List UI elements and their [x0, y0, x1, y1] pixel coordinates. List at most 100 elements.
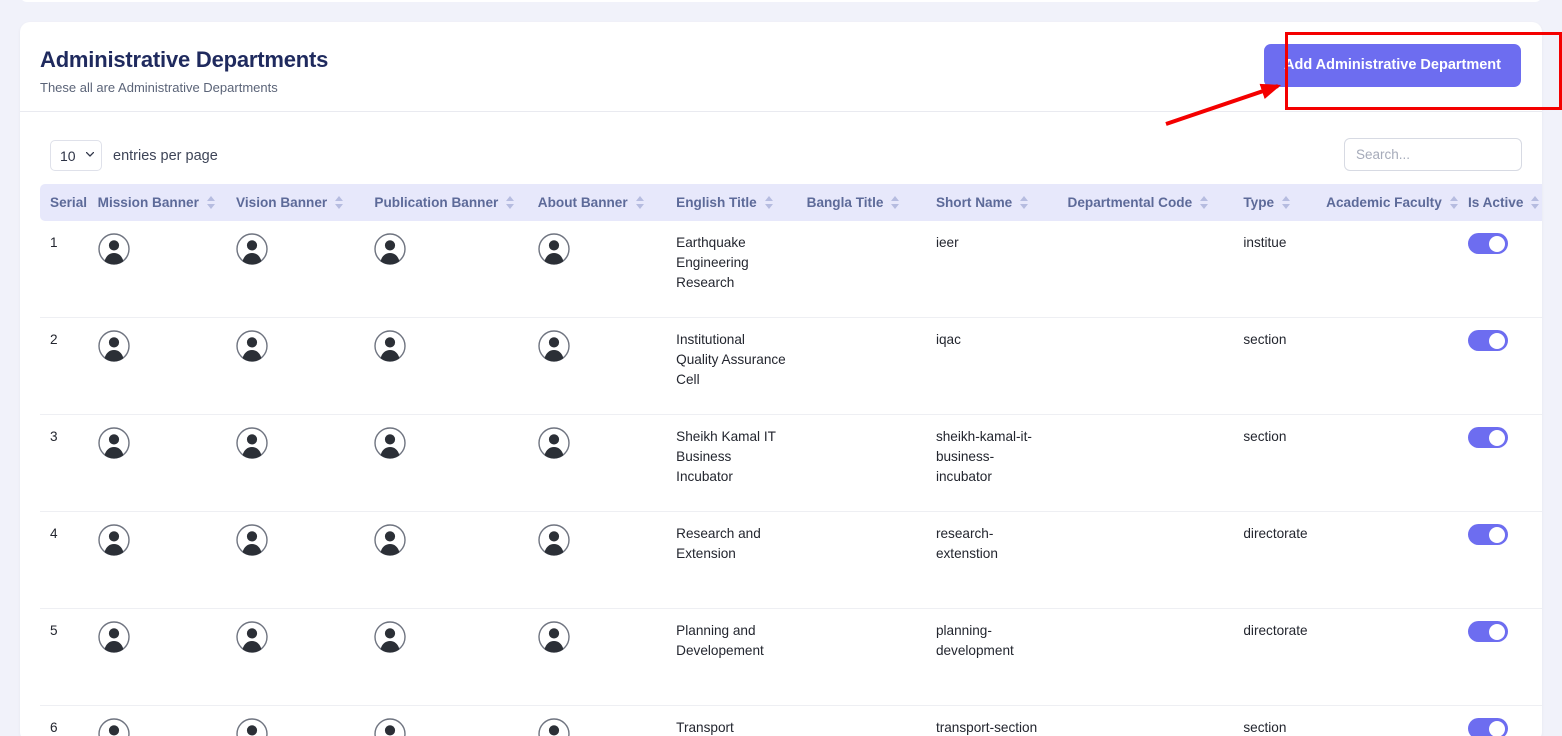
cell-is-active[interactable] — [1458, 221, 1542, 318]
table-head: SerialMission Banner Vision Banner Publica… — [40, 184, 1542, 221]
table-body: 1Earthquake Engineering Researchieerinst… — [40, 221, 1542, 736]
add-administrative-department-button[interactable]: Add Administrative Department — [1264, 44, 1521, 87]
card-header: Administrative Departments These all are… — [20, 22, 1542, 112]
cell-is-active[interactable] — [1458, 609, 1542, 706]
cell-vision-banner — [226, 415, 364, 512]
sort-arrows-icon[interactable] — [765, 196, 773, 209]
column-header-type[interactable]: Type — [1233, 184, 1316, 221]
sort-arrows-icon[interactable] — [1282, 196, 1290, 209]
cell-academic_faculty — [1316, 221, 1458, 318]
cell-about-banner — [528, 706, 666, 736]
avatar-placeholder-icon — [374, 330, 406, 362]
cell-english_title: Research and Extension — [666, 512, 796, 609]
cell-bangla_title — [797, 512, 926, 609]
table-row: 5Planning and Developementplanning-devel… — [40, 609, 1542, 706]
avatar-placeholder-icon — [538, 427, 570, 459]
sort-arrows-icon[interactable] — [891, 196, 899, 209]
toggle-knob — [1489, 430, 1505, 446]
cell-mission-banner — [88, 609, 226, 706]
cell-vision-banner — [226, 512, 364, 609]
cell-publication-banner — [364, 318, 527, 415]
avatar-placeholder-icon — [98, 524, 130, 556]
table-row: 2Institutional Quality Assurance Celliqa… — [40, 318, 1542, 415]
column-header-mission-banner[interactable]: Mission Banner — [88, 184, 226, 221]
sort-arrows-icon[interactable] — [1020, 196, 1028, 209]
avatar-placeholder-icon — [538, 718, 570, 736]
column-header-serial[interactable]: Serial — [40, 184, 88, 221]
entries-select-holder: 102550100 — [50, 140, 102, 171]
entries-per-page-select[interactable]: 102550100 — [50, 140, 102, 171]
departments-table: SerialMission Banner Vision Banner Publica… — [40, 184, 1542, 736]
sort-arrows-icon[interactable] — [1450, 196, 1458, 209]
cell-vision-banner — [226, 706, 364, 736]
cell-english_title: Sheikh Kamal IT Business Incubator — [666, 415, 796, 512]
cell-short_name: iqac — [926, 318, 1058, 415]
is-active-toggle[interactable] — [1468, 718, 1508, 736]
avatar-placeholder-icon — [98, 233, 130, 265]
sort-arrows-icon[interactable] — [207, 196, 215, 209]
entries-per-page-label: entries per page — [113, 148, 218, 164]
is-active-toggle[interactable] — [1468, 330, 1508, 351]
sort-arrows-icon[interactable] — [1200, 196, 1208, 209]
cell-is-active[interactable] — [1458, 318, 1542, 415]
cell-about-banner — [528, 221, 666, 318]
sort-arrows-icon[interactable] — [636, 196, 644, 209]
cell-about-banner — [528, 512, 666, 609]
table-scroll-region[interactable]: SerialMission Banner Vision Banner Publica… — [20, 184, 1542, 736]
avatar-placeholder-icon — [538, 233, 570, 265]
avatar-placeholder-icon — [374, 233, 406, 265]
column-header-vision-banner[interactable]: Vision Banner — [226, 184, 364, 221]
cell-publication-banner — [364, 415, 527, 512]
cell-academic_faculty — [1316, 512, 1458, 609]
avatar-placeholder-icon — [538, 524, 570, 556]
column-header-english-title[interactable]: English Title — [666, 184, 796, 221]
cell-departmental_code — [1058, 609, 1234, 706]
search-input[interactable] — [1344, 138, 1522, 171]
cell-departmental_code — [1058, 221, 1234, 318]
cell-english_title: Earthquake Engineering Research — [666, 221, 796, 318]
cell-vision-banner — [226, 221, 364, 318]
cell-is-active[interactable] — [1458, 415, 1542, 512]
column-header-about-banner[interactable]: About Banner — [528, 184, 666, 221]
cell-bangla_title — [797, 221, 926, 318]
cell-about-banner — [528, 318, 666, 415]
cell-bangla_title — [797, 609, 926, 706]
cell-serial: 4 — [40, 512, 88, 609]
cell-mission-banner — [88, 221, 226, 318]
avatar-placeholder-icon — [374, 427, 406, 459]
cell-is-active[interactable] — [1458, 706, 1542, 736]
is-active-toggle[interactable] — [1468, 621, 1508, 642]
cell-short_name: ieer — [926, 221, 1058, 318]
avatar-placeholder-icon — [236, 621, 268, 653]
cell-departmental_code — [1058, 706, 1234, 736]
column-header-academic-faculty[interactable]: Academic Faculty — [1316, 184, 1458, 221]
sort-arrows-icon[interactable] — [1531, 196, 1539, 209]
cell-publication-banner — [364, 609, 527, 706]
column-header-publication-banner[interactable]: Publication Banner — [364, 184, 527, 221]
avatar-placeholder-icon — [98, 427, 130, 459]
sort-arrows-icon[interactable] — [506, 196, 514, 209]
cell-mission-banner — [88, 415, 226, 512]
sort-arrows-icon[interactable] — [335, 196, 343, 209]
avatar-placeholder-icon — [236, 427, 268, 459]
table-controls: 102550100 entries per page — [20, 112, 1542, 184]
column-header-bangla-title[interactable]: Bangla Title — [797, 184, 926, 221]
cell-type: section — [1233, 318, 1316, 415]
table-header-row: SerialMission Banner Vision Banner Publica… — [40, 184, 1542, 221]
avatar-placeholder-icon — [236, 330, 268, 362]
avatar-placeholder-icon — [538, 621, 570, 653]
table-row: 3Sheikh Kamal IT Business Incubatorsheik… — [40, 415, 1542, 512]
column-header-short-name[interactable]: Short Name — [926, 184, 1058, 221]
is-active-toggle[interactable] — [1468, 524, 1508, 545]
cell-is-active[interactable] — [1458, 512, 1542, 609]
column-header-departmental-code[interactable]: Departmental Code — [1058, 184, 1234, 221]
column-header-label: Vision Banner — [236, 195, 327, 210]
avatar-placeholder-icon — [98, 330, 130, 362]
column-header-is-active[interactable]: Is Active — [1458, 184, 1542, 221]
cell-type: section — [1233, 415, 1316, 512]
is-active-toggle[interactable] — [1468, 427, 1508, 448]
is-active-toggle[interactable] — [1468, 233, 1508, 254]
column-header-label: English Title — [676, 195, 757, 210]
cell-english_title: Institutional Quality Assurance Cell — [666, 318, 796, 415]
column-header-label: Short Name — [936, 195, 1012, 210]
